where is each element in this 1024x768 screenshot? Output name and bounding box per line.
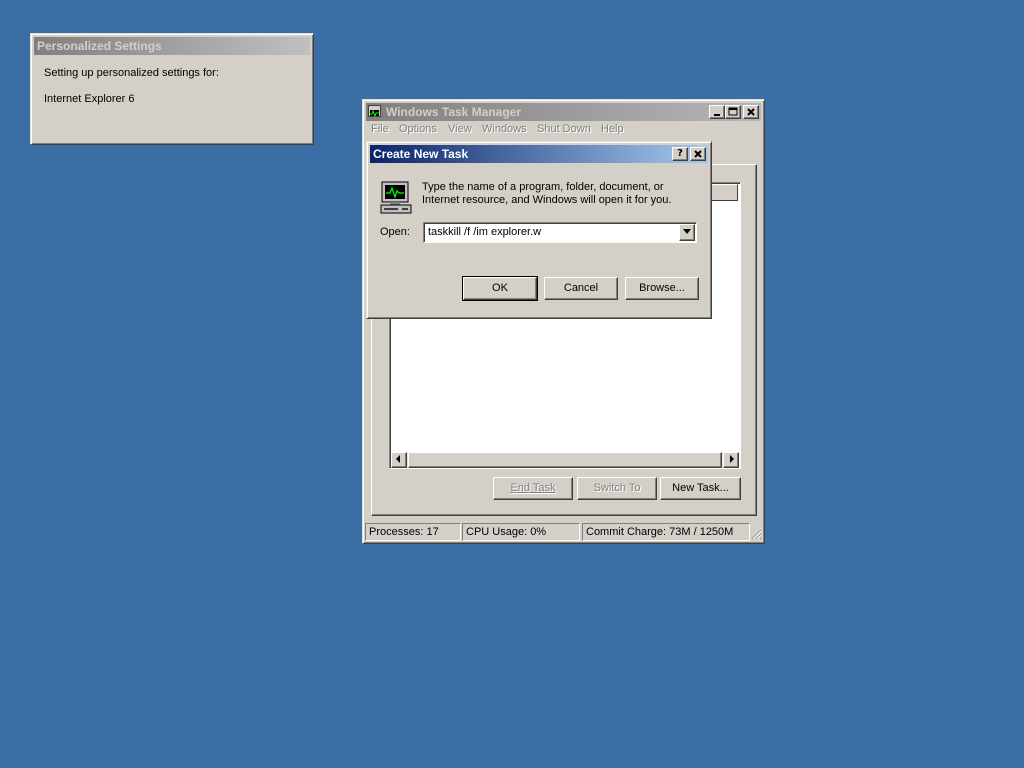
menu-file[interactable]: File [371, 123, 389, 135]
personalized-settings-window: Personalized Settings Setting up persona… [30, 33, 314, 145]
close-button[interactable] [743, 105, 759, 119]
switch-to-button[interactable]: Switch To [577, 477, 657, 500]
switch-to-label: Switch To [593, 482, 641, 494]
minimize-button[interactable] [709, 105, 725, 119]
ok-label: OK [492, 282, 508, 294]
close-icon [747, 108, 755, 116]
status-cpu: CPU Usage: 0% [462, 523, 580, 541]
status-processes: Processes: 17 [365, 523, 461, 541]
arrow-right-icon [730, 455, 734, 463]
open-label: Open: [380, 226, 410, 238]
create-new-task-titlebar[interactable]: Create New Task ? [370, 145, 708, 163]
maximize-button[interactable] [725, 105, 741, 119]
personalized-settings-line2: Internet Explorer 6 [44, 93, 135, 105]
task-manager-titlebar[interactable]: Windows Task Manager [366, 103, 761, 121]
personalized-settings-line1: Setting up personalized settings for: [44, 67, 219, 79]
maximize-icon [728, 107, 738, 116]
browse-label: Browse... [639, 282, 685, 294]
personalized-settings-title: Personalized Settings [37, 39, 162, 53]
new-task-label: New Task... [672, 482, 729, 494]
end-task-label: End Task [510, 482, 556, 494]
minimize-icon [714, 114, 720, 116]
browse-button[interactable]: Browse... [625, 277, 699, 300]
arrow-left-icon [396, 455, 400, 463]
resize-grip-icon [751, 529, 762, 540]
help-button[interactable]: ? [672, 147, 688, 161]
create-new-task-title: Create New Task [373, 147, 469, 161]
personalized-settings-titlebar[interactable]: Personalized Settings [34, 37, 310, 55]
new-task-button[interactable]: New Task... [660, 477, 741, 500]
menu-view[interactable]: View [448, 123, 472, 135]
scroll-right-button[interactable] [723, 452, 739, 468]
computer-monitor-icon [380, 181, 412, 215]
question-mark-icon: ? [677, 148, 683, 159]
task-manager-title: Windows Task Manager [386, 105, 522, 119]
ok-button[interactable]: OK [462, 276, 538, 301]
menu-help[interactable]: Help [601, 123, 624, 135]
cancel-button[interactable]: Cancel [544, 277, 618, 300]
cancel-label: Cancel [563, 282, 599, 294]
scrollbar-thumb[interactable] [408, 452, 722, 468]
open-dropdown-button[interactable] [679, 224, 695, 241]
create-new-task-dialog: Create New Task ? Type the name of a pro… [366, 141, 712, 319]
resize-grip[interactable] [750, 527, 762, 541]
status-commit: Commit Charge: 73M / 1250M [582, 523, 750, 541]
end-task-button[interactable]: End Task [493, 477, 573, 500]
menu-shut-down[interactable]: Shut Down [537, 123, 591, 135]
menu-windows[interactable]: Windows [482, 123, 527, 135]
dialog-description-line1: Type the name of a program, folder, docu… [422, 181, 664, 193]
open-combobox[interactable]: taskkill /f /im explorer.w [423, 222, 697, 243]
open-input[interactable]: taskkill /f /im explorer.w [428, 226, 541, 238]
close-icon [694, 150, 702, 158]
chevron-down-icon [683, 229, 691, 234]
task-manager-icon [368, 105, 381, 118]
dialog-description-line2: Internet resource, and Windows will open… [422, 194, 672, 206]
dialog-close-button[interactable] [690, 147, 706, 161]
scroll-left-button[interactable] [391, 452, 407, 468]
menu-options[interactable]: Options [399, 123, 437, 135]
